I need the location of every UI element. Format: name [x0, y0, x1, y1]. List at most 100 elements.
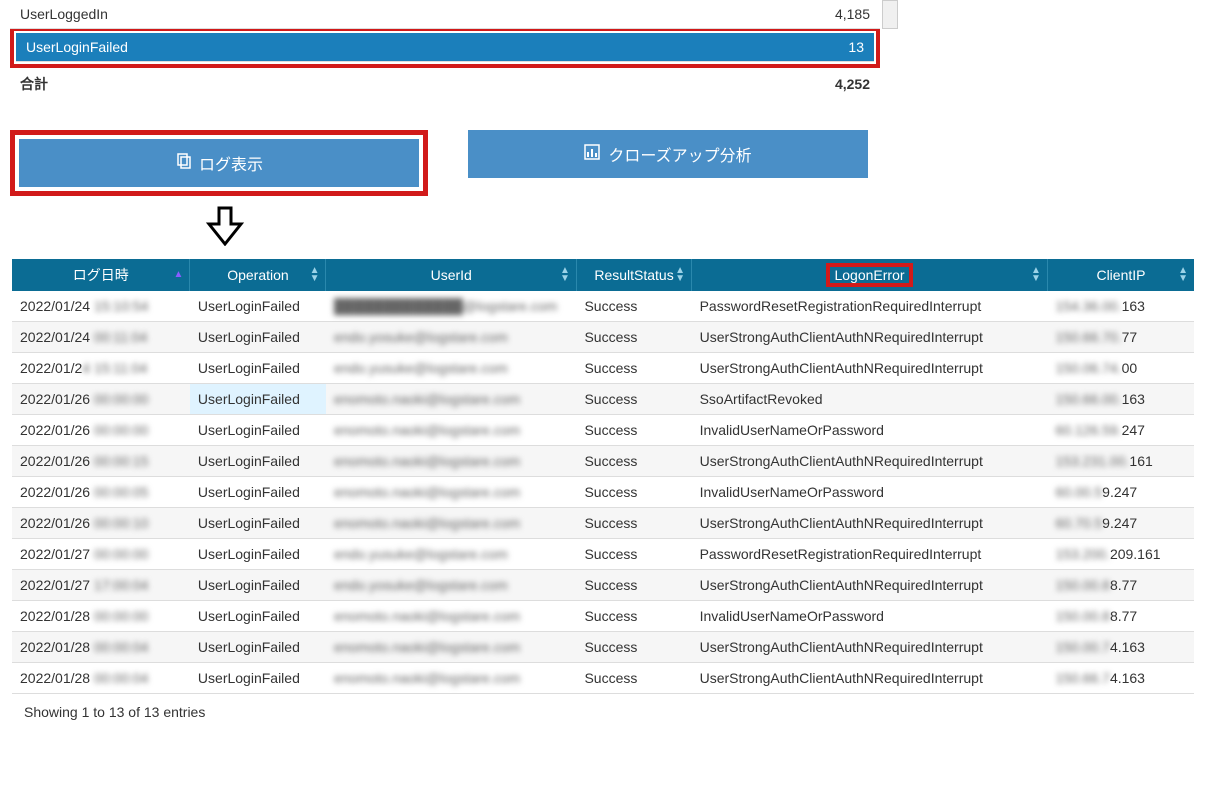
cell-datetime: 2022/01/26 00:00:15: [12, 446, 190, 477]
cell-userid: enomoto.naoki@logstare.com: [326, 632, 576, 663]
closeup-analysis-button[interactable]: クローズアップ分析: [468, 130, 868, 178]
table-row[interactable]: 2022/01/26 00:00:10UserLoginFailedenomot…: [12, 508, 1194, 539]
table-row[interactable]: 2022/01/28 00:00:04UserLoginFailedenomot…: [12, 663, 1194, 694]
cell-clientip: 60.00.59.247: [1047, 477, 1194, 508]
down-arrow-annotation: [10, 206, 440, 249]
cell-resultstatus: Success: [576, 384, 691, 415]
highlight-log-button: ログ表示: [10, 130, 428, 196]
table-row[interactable]: 2022/01/27 17:00:04UserLoginFailedendo.y…: [12, 570, 1194, 601]
show-log-label: ログ表示: [199, 151, 263, 175]
cell-resultstatus: Success: [576, 539, 691, 570]
summary-row[interactable]: UserLoggedIn 4,185: [10, 0, 880, 29]
summary-label: UserLoggedIn: [10, 0, 586, 29]
cell-operation: UserLoginFailed: [190, 384, 326, 415]
cell-userid: endo.yusuke@logstare.com: [326, 539, 576, 570]
table-row[interactable]: 2022/01/24 15:11:04UserLoginFailedendo.y…: [12, 353, 1194, 384]
cell-datetime: 2022/01/26 00:00:00: [12, 415, 190, 446]
cell-operation: UserLoginFailed: [190, 632, 326, 663]
table-row[interactable]: 2022/01/27 00:00:00UserLoginFailedendo.y…: [12, 539, 1194, 570]
cell-resultstatus: Success: [576, 570, 691, 601]
sort-icon: ▲▼: [560, 267, 570, 283]
cell-userid: enomoto.naoki@logstare.com: [326, 663, 576, 694]
table-row[interactable]: 2022/01/26 00:00:05UserLoginFailedenomot…: [12, 477, 1194, 508]
cell-logonerror: SsoArtifactRevoked: [692, 384, 1048, 415]
cell-logonerror: UserStrongAuthClientAuthNRequiredInterru…: [692, 663, 1048, 694]
col-datetime[interactable]: ログ日時 ▲: [12, 259, 190, 291]
cell-resultstatus: Success: [576, 415, 691, 446]
summary-count: 13: [680, 33, 874, 62]
cell-resultstatus: Success: [576, 632, 691, 663]
cell-datetime: 2022/01/27 17:00:04: [12, 570, 190, 601]
highlight-logonerror-header: LogonError: [826, 263, 912, 287]
cell-operation: UserLoginFailed: [190, 477, 326, 508]
table-row[interactable]: 2022/01/28 00:00:00UserLoginFailedenomot…: [12, 601, 1194, 632]
highlight-selected-row: UserLoginFailed 13: [10, 27, 880, 68]
cell-clientip: 150.00.88.77: [1047, 570, 1194, 601]
col-logonerror[interactable]: LogonError ▲▼: [692, 259, 1048, 291]
cell-operation: UserLoginFailed: [190, 663, 326, 694]
summary-table: UserLoggedIn 4,185: [10, 0, 880, 29]
cell-logonerror: PasswordResetRegistrationRequiredInterru…: [692, 291, 1048, 322]
bar-chart-icon: [584, 144, 600, 165]
cell-datetime: 2022/01/24 15:10:54: [12, 291, 190, 322]
cell-clientip: 150.66.00.163: [1047, 384, 1194, 415]
col-userid[interactable]: UserId ▲▼: [326, 259, 576, 291]
cell-clientip: 150.66.70.77: [1047, 322, 1194, 353]
col-resultstatus[interactable]: ResultStatus ▲▼: [576, 259, 691, 291]
cell-resultstatus: Success: [576, 446, 691, 477]
col-operation[interactable]: Operation ▲▼: [190, 259, 326, 291]
cell-resultstatus: Success: [576, 353, 691, 384]
copy-icon: [175, 153, 191, 174]
cell-datetime: 2022/01/28 00:00:04: [12, 663, 190, 694]
cell-clientip: 150.00.88.77: [1047, 601, 1194, 632]
cell-clientip: 150.00.74.163: [1047, 632, 1194, 663]
cell-logonerror: InvalidUserNameOrPassword: [692, 415, 1048, 446]
cell-datetime: 2022/01/24 00:11:04: [12, 322, 190, 353]
cell-logonerror: UserStrongAuthClientAuthNRequiredInterru…: [692, 570, 1048, 601]
cell-operation: UserLoginFailed: [190, 570, 326, 601]
cell-clientip: 60.126.59.247: [1047, 415, 1194, 446]
log-table: ログ日時 ▲ Operation ▲▼ UserId ▲▼ ResultStat…: [12, 259, 1194, 694]
table-row[interactable]: 2022/01/24 00:11:04UserLoginFailedendo.y…: [12, 322, 1194, 353]
show-log-button[interactable]: ログ表示: [19, 139, 419, 187]
cell-datetime: 2022/01/28 00:00:04: [12, 632, 190, 663]
cell-resultstatus: Success: [576, 477, 691, 508]
table-row[interactable]: 2022/01/28 00:00:04UserLoginFailedenomot…: [12, 632, 1194, 663]
cell-userid: enomoto.naoki@logstare.com: [326, 384, 576, 415]
sort-icon: ▲▼: [310, 267, 320, 283]
cell-operation: UserLoginFailed: [190, 446, 326, 477]
cell-operation: UserLoginFailed: [190, 539, 326, 570]
cell-userid: █████████████@logstare.com: [326, 291, 576, 322]
cell-clientip: 60.70.59.247: [1047, 508, 1194, 539]
summary-total-label: 合計: [10, 68, 415, 100]
cell-logonerror: InvalidUserNameOrPassword: [692, 601, 1048, 632]
cell-operation: UserLoginFailed: [190, 415, 326, 446]
cell-datetime: 2022/01/26 00:00:05: [12, 477, 190, 508]
col-clientip[interactable]: ClientIP ▲▼: [1047, 259, 1194, 291]
table-info: Showing 1 to 13 of 13 entries: [12, 694, 1194, 730]
cell-resultstatus: Success: [576, 508, 691, 539]
summary-row-selected[interactable]: UserLoginFailed 13: [16, 33, 874, 62]
cell-resultstatus: Success: [576, 601, 691, 632]
table-row[interactable]: 2022/01/26 00:00:00UserLoginFailedenomot…: [12, 415, 1194, 446]
sort-icon: ▲: [174, 271, 184, 279]
closeup-label: クローズアップ分析: [608, 142, 751, 166]
cell-logonerror: UserStrongAuthClientAuthNRequiredInterru…: [692, 353, 1048, 384]
cell-clientip: 153.231.00.161: [1047, 446, 1194, 477]
cell-clientip: 154.36.00.163: [1047, 291, 1194, 322]
summary-count: 4,185: [586, 0, 880, 29]
cell-userid: enomoto.naoki@logstare.com: [326, 601, 576, 632]
cell-clientip: 150.06.74.00: [1047, 353, 1194, 384]
cell-datetime: 2022/01/26 00:00:00: [12, 384, 190, 415]
sort-icon: ▲▼: [1031, 267, 1041, 283]
summary-scrollbar[interactable]: [882, 0, 898, 29]
cell-operation: UserLoginFailed: [190, 353, 326, 384]
table-row[interactable]: 2022/01/26 00:00:00UserLoginFailedenomot…: [12, 384, 1194, 415]
cell-clientip: 150.66.74.163: [1047, 663, 1194, 694]
cell-logonerror: InvalidUserNameOrPassword: [692, 477, 1048, 508]
cell-datetime: 2022/01/28 00:00:00: [12, 601, 190, 632]
cell-logonerror: UserStrongAuthClientAuthNRequiredInterru…: [692, 508, 1048, 539]
table-row[interactable]: 2022/01/24 15:10:54UserLoginFailed██████…: [12, 291, 1194, 322]
cell-operation: UserLoginFailed: [190, 601, 326, 632]
table-row[interactable]: 2022/01/26 00:00:15UserLoginFailedenomot…: [12, 446, 1194, 477]
